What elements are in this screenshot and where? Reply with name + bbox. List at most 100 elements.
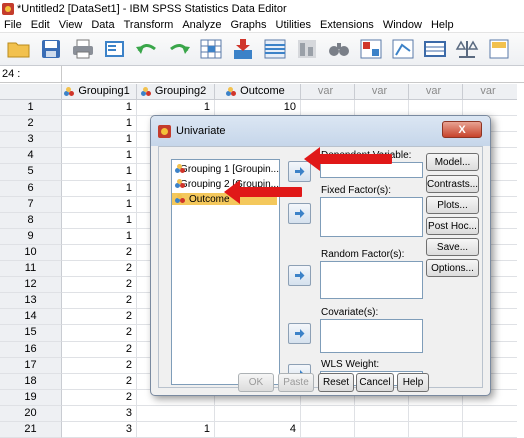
cell-outcome[interactable]: 10	[215, 100, 301, 117]
row-number[interactable]: 11	[0, 261, 62, 278]
cell-grouping1[interactable]: 2	[62, 373, 137, 390]
cell-grouping2[interactable]	[137, 405, 215, 422]
insert-variable-icon[interactable]	[390, 36, 416, 62]
covariate-list[interactable]	[320, 319, 423, 353]
cell-grouping1[interactable]: 2	[62, 277, 137, 294]
paste-button[interactable]: Paste	[278, 373, 314, 392]
menu-data[interactable]: Data	[87, 19, 119, 31]
cell-outcome[interactable]	[215, 405, 301, 422]
menu-graphs[interactable]: Graphs	[226, 19, 271, 31]
cell-grouping1[interactable]: 1	[62, 212, 137, 229]
cell-grouping1[interactable]: 1	[62, 132, 137, 149]
row-number[interactable]: 13	[0, 293, 62, 310]
menu-file[interactable]: File	[0, 19, 27, 31]
select-cases-icon[interactable]	[486, 36, 512, 62]
help-button[interactable]: Help	[397, 373, 429, 392]
random-factor-list[interactable]	[320, 261, 423, 299]
dependent-variable-field[interactable]	[320, 162, 423, 178]
goto-variable-icon[interactable]	[230, 36, 256, 62]
row-number[interactable]: 21	[0, 421, 62, 438]
cell-grouping1[interactable]: 1	[62, 100, 137, 117]
move-to-random-factor-button[interactable]	[288, 265, 311, 286]
column-header-var[interactable]: var	[301, 84, 355, 101]
options-button[interactable]: Options...	[426, 259, 479, 277]
row-number[interactable]: 5	[0, 164, 62, 181]
run-descriptive-icon[interactable]	[294, 36, 320, 62]
cell-grouping1[interactable]: 2	[62, 325, 137, 342]
cell-grouping2[interactable]: 1	[137, 421, 215, 438]
column-header-outcome[interactable]: Outcome	[215, 84, 301, 101]
row-number[interactable]: 7	[0, 196, 62, 213]
cell-empty[interactable]	[409, 421, 463, 438]
cell-editor[interactable]	[62, 66, 524, 82]
move-to-covariate-button[interactable]	[288, 323, 311, 344]
print-icon[interactable]	[70, 36, 96, 62]
menu-transform[interactable]: Transform	[120, 19, 179, 31]
cell-empty[interactable]	[409, 100, 463, 117]
cell-grouping1[interactable]: 2	[62, 261, 137, 278]
insert-cases-icon[interactable]	[358, 36, 384, 62]
cell-grouping1[interactable]: 1	[62, 196, 137, 213]
reset-button[interactable]: Reset	[318, 373, 354, 392]
row-number[interactable]: 3	[0, 132, 62, 149]
list-item[interactable]: Grouping 1 [Groupin...	[172, 163, 279, 175]
column-header-var[interactable]: var	[463, 84, 517, 101]
cell-grouping1[interactable]: 1	[62, 228, 137, 245]
cell-grouping1[interactable]: 3	[62, 405, 137, 422]
cell-empty[interactable]	[463, 100, 517, 117]
menu-view[interactable]: View	[55, 19, 88, 31]
row-number[interactable]: 8	[0, 212, 62, 229]
row-number[interactable]: 15	[0, 325, 62, 342]
menu-help[interactable]: Help	[427, 19, 459, 31]
model-button[interactable]: Model...	[426, 153, 479, 171]
fixed-factor-list[interactable]	[320, 197, 423, 237]
split-file-icon[interactable]	[422, 36, 448, 62]
menu-extensions[interactable]: Extensions	[316, 19, 379, 31]
row-number[interactable]: 17	[0, 357, 62, 374]
cell-grouping1[interactable]: 2	[62, 244, 137, 262]
menu-window[interactable]: Window	[379, 19, 427, 31]
menu-utilities[interactable]: Utilities	[272, 19, 316, 31]
cell-grouping1[interactable]: 1	[62, 164, 137, 181]
menu-analyze[interactable]: Analyze	[178, 19, 226, 31]
undo-icon[interactable]	[134, 36, 160, 62]
column-header-var[interactable]: var	[409, 84, 463, 101]
redo-icon[interactable]	[166, 36, 192, 62]
save-button[interactable]: Save...	[426, 238, 479, 256]
post-hoc-button[interactable]: Post Hoc...	[426, 217, 479, 235]
cell-empty[interactable]	[409, 405, 463, 422]
move-to-fixed-factor-button[interactable]	[288, 203, 311, 224]
row-number[interactable]: 19	[0, 389, 62, 406]
row-number[interactable]: 20	[0, 405, 62, 422]
cell-empty[interactable]	[355, 421, 409, 438]
column-header-var[interactable]: var	[355, 84, 409, 101]
row-number[interactable]: 2	[0, 116, 62, 133]
open-folder-icon[interactable]	[6, 36, 32, 62]
cell-grouping1[interactable]: 1	[62, 116, 137, 133]
find-icon[interactable]	[326, 36, 352, 62]
contrasts-button[interactable]: Contrasts...	[426, 175, 479, 193]
row-number[interactable]: 6	[0, 180, 62, 197]
cell-grouping1[interactable]: 3	[62, 421, 137, 438]
cell-grouping1[interactable]: 2	[62, 341, 137, 358]
row-number[interactable]: 10	[0, 244, 62, 262]
cell-grouping1[interactable]: 1	[62, 148, 137, 165]
cell-grouping2[interactable]: 1	[137, 100, 215, 117]
cell-grouping1[interactable]: 2	[62, 293, 137, 310]
ok-button[interactable]: OK	[238, 373, 274, 392]
cell-empty[interactable]	[463, 422, 517, 438]
cell-outcome[interactable]: 4	[215, 421, 301, 438]
cell-empty[interactable]	[301, 100, 355, 117]
row-number[interactable]: 4	[0, 148, 62, 165]
row-number[interactable]: 18	[0, 373, 62, 390]
column-header-grouping1[interactable]: Grouping1	[62, 84, 137, 101]
menu-edit[interactable]: Edit	[27, 19, 55, 31]
cell-empty[interactable]	[463, 406, 517, 422]
row-number[interactable]: 12	[0, 277, 62, 294]
row-number[interactable]: 14	[0, 309, 62, 326]
cell-empty[interactable]	[355, 100, 409, 117]
cell-empty[interactable]	[355, 405, 409, 422]
plots-button[interactable]: Plots...	[426, 196, 479, 214]
cell-grouping1[interactable]: 1	[62, 180, 137, 197]
row-number[interactable]: 1	[0, 100, 62, 117]
